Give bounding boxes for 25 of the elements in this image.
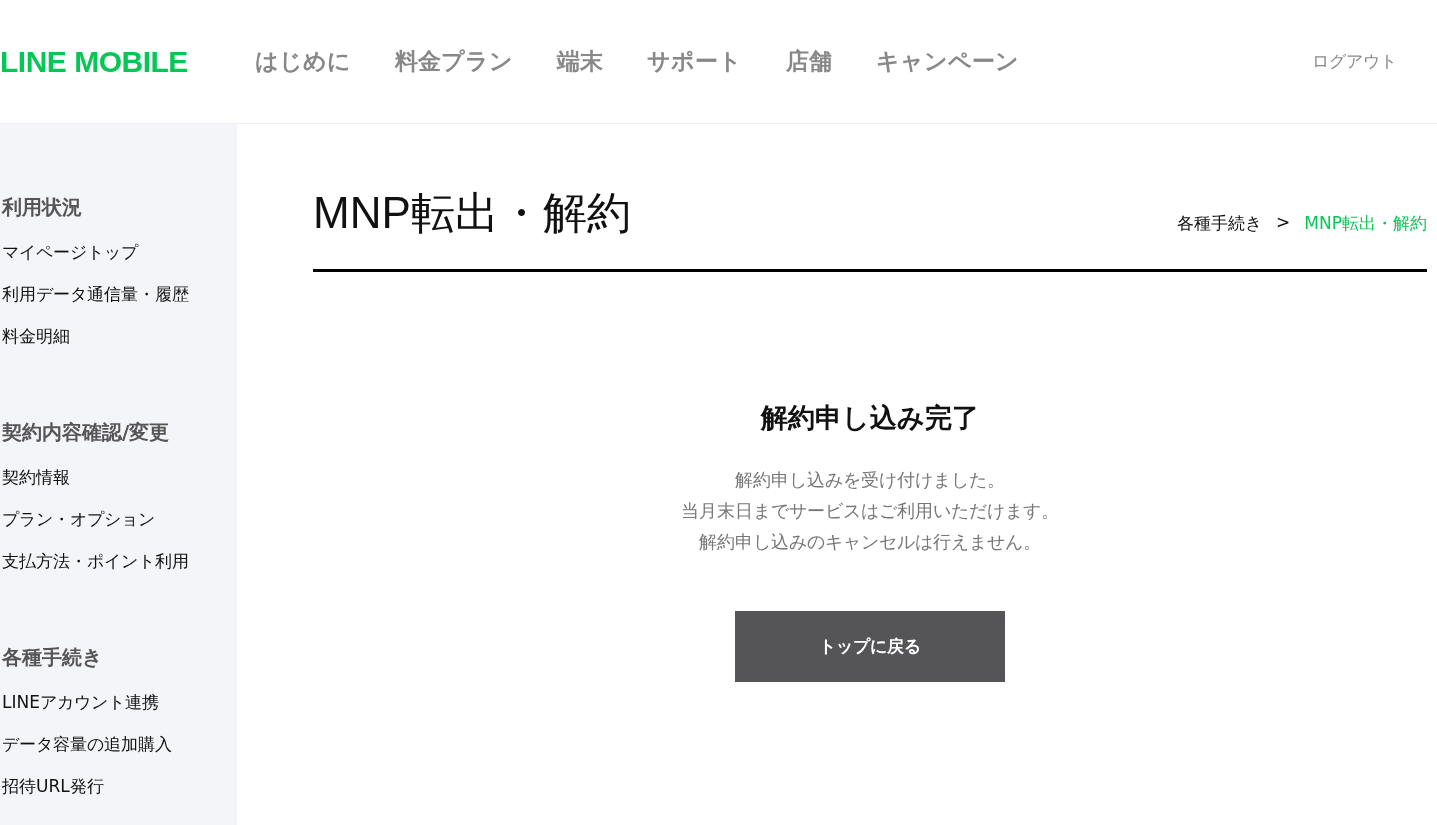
sidebar-link[interactable]: 招待URL発行 <box>2 765 237 807</box>
page-title: MNP転出・解約 <box>313 187 631 239</box>
nav-link[interactable]: キャンペーン <box>876 46 1019 77</box>
sidebar-heading: 利用状況 <box>2 194 83 221</box>
sidebar-heading: 各種手続き <box>2 644 103 671</box>
completion-message: 解約申し込みを受け付けました。 当月末日までサービスはご利用いただけます。 解約申し込みのキャンセルは行えません。 <box>681 468 1059 554</box>
breadcrumb-separator: > <box>1276 212 1291 234</box>
nav-link[interactable]: サポート <box>647 46 742 77</box>
sidebar-link[interactable]: 料金明細 <box>2 315 237 357</box>
sidebar-link[interactable]: マイページトップ <box>2 231 237 273</box>
sidebar-link[interactable]: 契約情報 <box>2 456 237 498</box>
logout-link[interactable]: ログアウト <box>1312 50 1397 73</box>
sidebar-heading: 契約内容確認/変更 <box>2 419 171 446</box>
nav-link[interactable]: 端末 <box>557 46 603 77</box>
nav-link[interactable]: 料金プラン <box>395 46 513 77</box>
nav-link[interactable]: 店舗 <box>786 46 832 77</box>
breadcrumb-link[interactable]: 各種手続き <box>1177 212 1263 235</box>
nav-link[interactable]: はじめに <box>255 46 351 77</box>
sidebar-link[interactable]: LINEアカウント連携 <box>2 681 237 723</box>
sidebar-link[interactable]: プラン・オプション <box>2 498 237 540</box>
back-to-top-button[interactable]: トップに戻る <box>735 611 1005 682</box>
sidebar-link[interactable]: データ容量の追加購入 <box>2 723 237 765</box>
completion-heading: 解約申し込み完了 <box>761 401 979 435</box>
sidebar-link[interactable]: 支払方法・ポイント利用 <box>2 540 237 582</box>
sidebar-link[interactable]: 利用データ通信量・履歴 <box>2 273 237 315</box>
